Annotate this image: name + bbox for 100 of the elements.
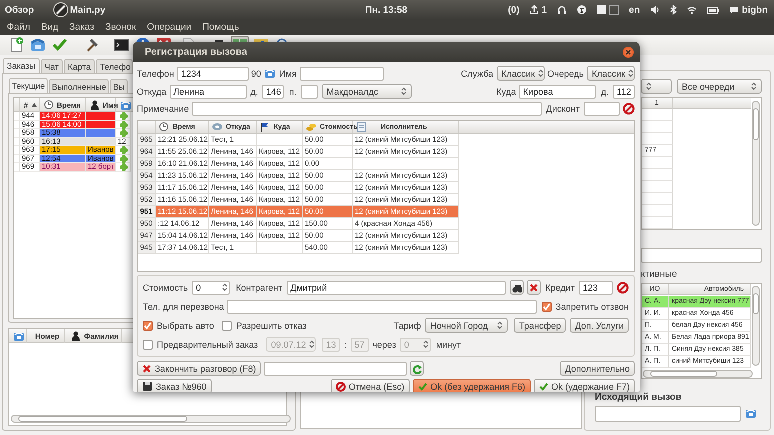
menu-item[interactable]: Заказ: [70, 22, 94, 33]
checkbox[interactable]: [143, 340, 153, 350]
activities-button[interactable]: Обзор: [5, 4, 34, 16]
tab[interactable]: Карта: [64, 59, 95, 73]
label: Тел. для перезвона: [143, 302, 224, 312]
app-icon: [53, 2, 70, 18]
label: д.: [250, 86, 258, 96]
tab[interactable]: Заказы: [3, 58, 40, 73]
menu-item[interactable]: Файл: [7, 22, 30, 33]
tab[interactable]: Текущие: [9, 78, 48, 93]
section-title: Исходящий вызов: [595, 392, 683, 403]
accessibility-icon[interactable]: [577, 5, 588, 15]
menu-item[interactable]: Помощь: [202, 22, 240, 33]
input-field[interactable]: [584, 102, 620, 116]
updown-arrow-icon: [497, 321, 504, 330]
chat-icon: [729, 6, 740, 14]
input-field[interactable]: [300, 84, 318, 98]
dropdown[interactable]: Классик: [587, 66, 635, 81]
input-field[interactable]: 1234: [177, 66, 250, 80]
updown-arrow-icon: [538, 69, 544, 78]
checkbox[interactable]: [542, 302, 552, 312]
wifi-icon[interactable]: [687, 6, 698, 14]
dropdown[interactable]: Все очереди: [677, 79, 762, 94]
cancel-button[interactable]: Отмена (Esc): [330, 379, 410, 392]
extras-button[interactable]: Доп. Услуги: [570, 318, 629, 333]
clock[interactable]: Пн. 13:58: [365, 4, 408, 16]
check-button[interactable]: [51, 36, 69, 54]
input-field[interactable]: 112: [613, 84, 635, 98]
tab[interactable]: Телефо: [96, 59, 133, 73]
phone-icon[interactable]: [264, 68, 276, 80]
terminal-icon: [114, 37, 130, 53]
label: Кредит: [546, 282, 575, 292]
dropdown[interactable]: Ночной Город: [425, 318, 508, 333]
phone-icon: [30, 37, 46, 53]
user-name[interactable]: bigbn: [742, 4, 768, 16]
scrollbar[interactable]: [752, 286, 760, 366]
battery-icon[interactable]: [707, 6, 720, 14]
input-field[interactable]: 146: [262, 84, 284, 98]
new-document-icon: [9, 37, 25, 53]
menu-item[interactable]: Звонок: [105, 22, 136, 33]
scrollbar[interactable]: [11, 415, 291, 423]
phone-icon[interactable]: [745, 408, 757, 420]
dropdown[interactable]: [641, 79, 672, 94]
check-icon: [52, 37, 68, 53]
dropdown[interactable]: Макдоналдс: [322, 84, 412, 99]
input-field[interactable]: [595, 406, 741, 422]
tab[interactable]: Вы: [110, 79, 128, 93]
updown-arrow-icon: [400, 87, 407, 96]
check-icon: [542, 302, 551, 310]
label: Куда: [496, 86, 516, 96]
input-field[interactable]: Дмитрий: [286, 280, 506, 294]
clear-button[interactable]: [526, 280, 541, 295]
input-field[interactable]: [300, 66, 384, 80]
headphones-icon[interactable]: [557, 5, 568, 15]
message-count[interactable]: (0): [508, 4, 520, 16]
scrollbar[interactable]: [752, 101, 760, 226]
update-count[interactable]: 1: [542, 4, 548, 16]
label: Тариф: [394, 320, 422, 330]
tab[interactable]: Чат: [40, 59, 63, 73]
end-call-button[interactable]: Закончить разговор (F8): [137, 361, 262, 376]
phone-button[interactable]: [29, 36, 47, 54]
input-field[interactable]: Ленина: [170, 84, 247, 98]
scrollbar[interactable]: [643, 370, 753, 378]
volume-icon[interactable]: [650, 5, 660, 15]
dropdown[interactable]: Классик: [496, 66, 545, 81]
label: Разрешить отказ: [236, 320, 307, 330]
table-cell: [642, 193, 673, 205]
checkbox[interactable]: [222, 320, 232, 330]
input-field[interactable]: [192, 102, 542, 116]
keyboard-layout[interactable]: en: [629, 4, 640, 16]
input-field[interactable]: Кирова: [519, 84, 596, 98]
ok-button[interactable]: Ok (без удержания F6): [412, 379, 530, 392]
check-icon: [418, 382, 428, 392]
checkbox[interactable]: [143, 320, 153, 330]
more-button[interactable]: Дополнительно: [560, 361, 635, 376]
close-button[interactable]: [623, 46, 634, 58]
label: Откуда: [137, 86, 167, 96]
spin-box[interactable]: 0: [192, 280, 230, 294]
menu-item[interactable]: Операции: [147, 22, 192, 33]
label: Предварительный заказ: [157, 340, 258, 350]
input-field[interactable]: [227, 300, 537, 314]
menu-item[interactable]: Вид: [41, 22, 59, 33]
binoculars-icon: [512, 282, 522, 292]
updown-arrow-icon: [222, 283, 228, 292]
no-entry-icon: [336, 382, 346, 392]
refresh-button[interactable]: [410, 361, 424, 376]
phone-icon: [120, 100, 131, 110]
label: Примечание: [137, 104, 190, 114]
no-entry-icon[interactable]: [623, 103, 635, 115]
binoculars-button[interactable]: [510, 280, 524, 295]
bluetooth-icon[interactable]: [670, 5, 678, 15]
input-field[interactable]: [264, 362, 408, 376]
input-field[interactable]: 123: [579, 280, 613, 294]
tab[interactable]: Выполненные: [49, 79, 110, 93]
input-field[interactable]: [641, 248, 762, 263]
ok-button[interactable]: Ok (удержание F7): [534, 379, 635, 392]
no-entry-icon[interactable]: [617, 282, 629, 294]
transfer-button[interactable]: Трансфер: [514, 318, 566, 333]
keyboard-icon[interactable]: [597, 5, 620, 15]
order-button[interactable]: Заказ №960: [137, 379, 212, 392]
